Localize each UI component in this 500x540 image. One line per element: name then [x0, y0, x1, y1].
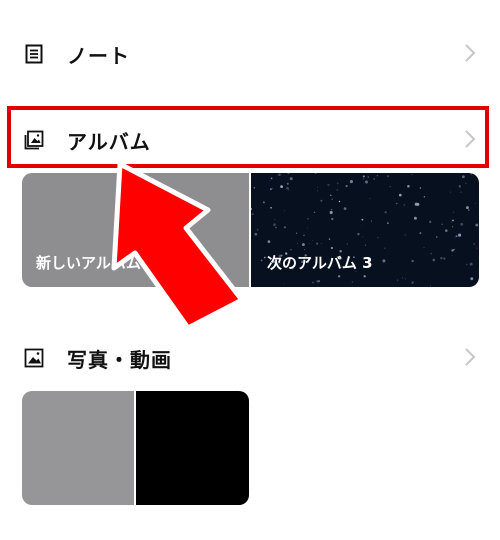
photo-icon: [24, 348, 44, 368]
note-label: ノート: [67, 44, 130, 68]
album-tile-new[interactable]: 新しいアルバム: [22, 173, 249, 287]
note-icon: [25, 44, 43, 64]
photo-grid: [22, 391, 249, 505]
highlight-box: [7, 106, 489, 168]
photos-label: 写真・動画: [67, 348, 172, 372]
album-tile-label: 新しいアルバム: [36, 254, 141, 272]
album-tile-label: 次のアルバム 3: [267, 254, 373, 272]
album-list: 新しいアルバム 次のアルバム 3: [22, 173, 479, 287]
photos-row[interactable]: 写真・動画: [0, 330, 500, 386]
note-row[interactable]: ノート: [0, 26, 500, 82]
photo-thumbnail[interactable]: [136, 391, 249, 505]
chevron-right-icon: [465, 348, 476, 366]
photo-thumbnail[interactable]: [22, 391, 134, 505]
album-tile-next[interactable]: 次のアルバム 3: [251, 173, 479, 287]
chevron-right-icon: [465, 44, 476, 62]
